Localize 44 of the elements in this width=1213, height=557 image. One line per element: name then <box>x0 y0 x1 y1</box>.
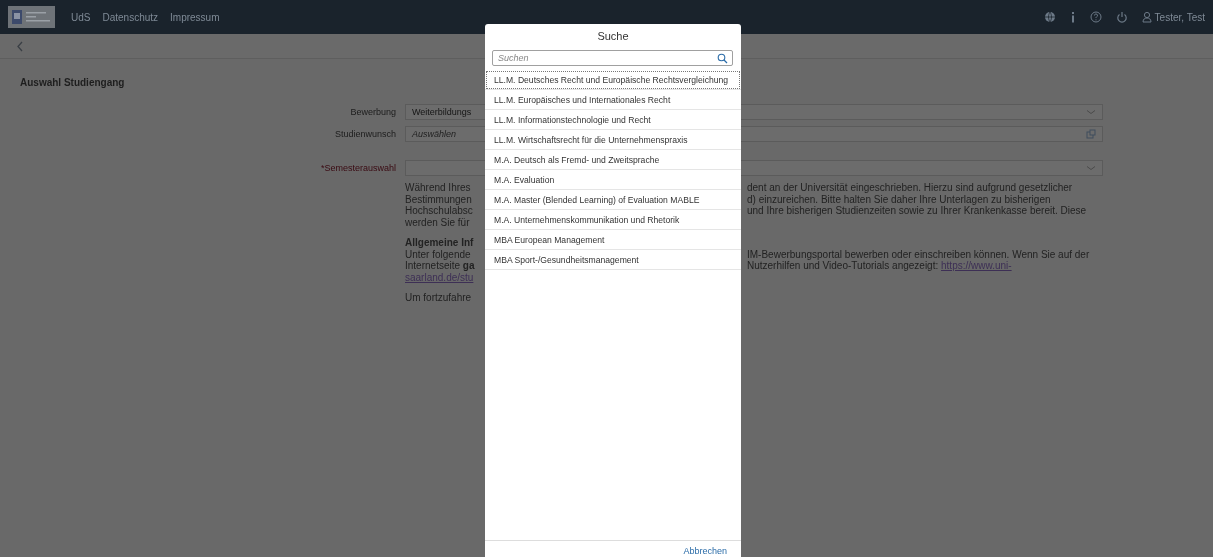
list-item[interactable]: M.A. Unternehmenskommunikation und Rhetorik <box>485 210 741 230</box>
field-label: Bewerbung <box>349 107 396 117</box>
info-text: werden Sie für <box>405 216 470 228</box>
info-text: Internetseite ga <box>405 260 475 271</box>
section-heading: Allgemeine Inf <box>405 237 474 248</box>
nav-link[interactable]: UdS <box>71 11 91 23</box>
chevron-down-icon <box>1086 165 1096 171</box>
value-help-icon <box>1086 129 1096 139</box>
info-text: d) einzureichen. Bitte halten Sie daher Ihre Unterlagen zu bisherigen <box>747 193 1051 205</box>
info-text: Hochschulabsc <box>405 205 473 216</box>
list-item[interactable]: MBA European Management <box>485 230 741 250</box>
help-icon <box>1089 11 1102 23</box>
field-label: Studienwunsch <box>333 129 396 139</box>
nav-link[interactable]: Datenschutz <box>102 11 159 23</box>
list-item[interactable]: M.A. Master (Blended Learning) of Evaluation MABLE <box>485 190 741 210</box>
nav-link[interactable]: Impressum <box>170 11 220 23</box>
dialog-title: Suche <box>596 29 630 44</box>
info-text: Unter folgende <box>405 248 471 260</box>
cancel-button[interactable]: Abbrechen <box>683 546 727 557</box>
list-item[interactable]: M.A. Deutsch als Fremd- und Zweitsprache <box>485 150 741 170</box>
info-text: Während Ihres <box>405 182 471 193</box>
globe-icon <box>1043 11 1056 23</box>
user-name[interactable]: Tester, Test <box>1154 11 1205 23</box>
list-item[interactable]: LL.M. Informationstechnologie und Recht <box>485 110 741 130</box>
list-item[interactable]: MBA Sport-/Gesundheitsmanagement <box>485 250 741 270</box>
info-text: und Ihre bisherigen Studienzeiten sowie zu Ihrer Krankenkasse bereit. Diese <box>747 205 1087 216</box>
info-icon <box>1069 11 1076 23</box>
list-item[interactable]: LL.M. Deutsches Recht und Europäische Rechtsvergleichung <box>485 70 741 90</box>
field-label: *Semesterauswahl <box>319 163 396 173</box>
search-icon <box>717 52 728 64</box>
info-text: Um fortzufahre <box>405 292 472 303</box>
info-text: dent an der Universität eingeschrieben. Hierzu sind aufgrund gesetzlicher <box>747 182 1073 193</box>
list-item[interactable]: LL.M. Wirtschaftsrecht für die Unternehmenspraxis <box>485 130 741 150</box>
list-item[interactable]: LL.M. Europäisches und Internationales Recht <box>485 90 741 110</box>
person-icon <box>1141 11 1152 23</box>
info-text: IM-Bewerbungsportal bewerben oder einschreiben können. Wenn Sie auf der <box>747 248 1090 260</box>
section-title: Auswahl Studiengang <box>20 77 125 88</box>
info-text: Bestimmungen <box>405 193 472 205</box>
power-icon <box>1115 11 1128 23</box>
info-text: Nutzerhilfen und Video-Tutorials angezeigt: https://www.uni- <box>747 260 1012 271</box>
list-item[interactable]: M.A. Evaluation <box>485 170 741 190</box>
university-logo[interactable] <box>8 6 55 28</box>
search-field[interactable]: Suchen <box>492 50 733 66</box>
chevron-down-icon <box>1086 109 1096 115</box>
